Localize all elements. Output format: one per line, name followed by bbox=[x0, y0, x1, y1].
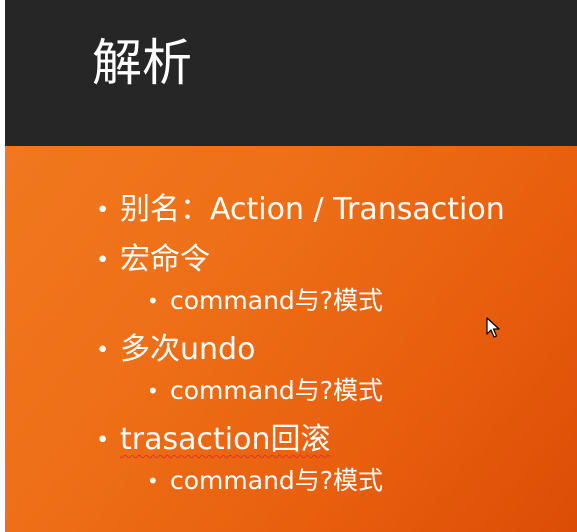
sub-bullet-text: command与?模式 bbox=[170, 286, 384, 315]
presentation-slide: 解析 • 别名：Action / Transaction • 宏命令 • com… bbox=[5, 0, 577, 532]
mouse-pointer-icon bbox=[486, 317, 500, 338]
sub-bullet-text: command与?模式 bbox=[170, 466, 384, 495]
bullet-text: 宏命令 bbox=[120, 242, 210, 277]
slide-content: • 别名：Action / Transaction • 宏命令 • comman… bbox=[5, 146, 577, 532]
sub-bullet-text: command与?模式 bbox=[170, 376, 384, 405]
bullet-item-macro-command: • 宏命令 bbox=[96, 240, 210, 280]
slide-title-bar: 解析 bbox=[5, 0, 577, 146]
sub-bullet-item: • command与?模式 bbox=[147, 284, 384, 318]
bullet-text: trasaction回滚 bbox=[120, 422, 331, 457]
sub-bullet-item: • command与?模式 bbox=[147, 464, 384, 498]
sub-bullet-item: • command与?模式 bbox=[147, 374, 384, 408]
bullet-item-alias: • 别名：Action / Transaction bbox=[96, 190, 505, 230]
bullet-item-transaction-rollback: • trasaction回滚 bbox=[96, 420, 331, 460]
bullet-dot-icon: • bbox=[96, 427, 110, 453]
bullet-dot-icon: • bbox=[147, 379, 159, 403]
bullet-item-multiple-undo: • 多次undo bbox=[96, 330, 256, 370]
bullet-dot-icon: • bbox=[147, 469, 159, 493]
slide-title: 解析 bbox=[92, 34, 192, 92]
bullet-dot-icon: • bbox=[147, 289, 159, 313]
bullet-text: 别名：Action / Transaction bbox=[120, 192, 505, 227]
bullet-dot-icon: • bbox=[96, 247, 110, 273]
bullet-dot-icon: • bbox=[96, 337, 110, 363]
bullet-text: 多次undo bbox=[120, 332, 256, 367]
bullet-dot-icon: • bbox=[96, 197, 110, 223]
